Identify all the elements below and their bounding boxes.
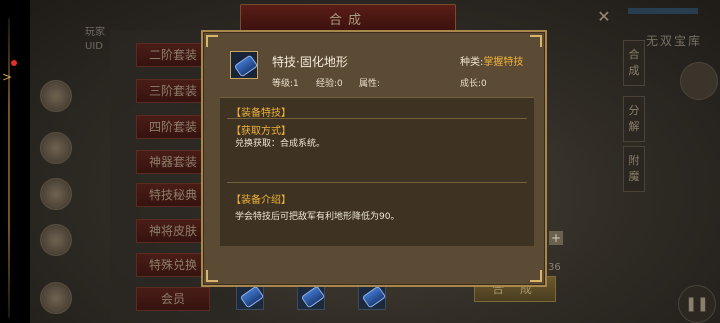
section-text: 学会特技后可把敌军有利地形降低为90。 xyxy=(235,212,400,222)
pause-icon[interactable]: ❚❚ xyxy=(678,285,716,323)
exp-value: 经验:0 xyxy=(316,79,343,89)
section-title: 【装备特技】 xyxy=(231,108,291,119)
avatar[interactable] xyxy=(40,132,72,164)
player-label: 玩家 xyxy=(85,27,105,38)
tab-compose[interactable]: 合成 xyxy=(623,40,645,86)
level-value: 等级:1 xyxy=(272,79,299,89)
menu-item[interactable]: 三阶套装 xyxy=(136,79,210,103)
section-text: 兑换获取：合成系统。 xyxy=(235,139,326,149)
plus-icon[interactable]: + xyxy=(549,231,563,245)
player-info: 玩家 UID xyxy=(85,26,105,54)
divider xyxy=(227,118,527,119)
close-icon[interactable]: ✕ xyxy=(594,7,614,27)
corner-ornament xyxy=(530,270,542,282)
left-edge-strip: > xyxy=(0,0,30,323)
avatar[interactable] xyxy=(40,178,72,210)
tab-enchant[interactable]: 附魔 xyxy=(623,146,645,192)
notification-dot xyxy=(11,60,17,66)
menu-item[interactable]: 会员 xyxy=(136,287,210,311)
corner-ornament xyxy=(206,270,218,282)
menu-item[interactable]: 特殊兑换 xyxy=(136,253,210,277)
scroll-icon xyxy=(239,285,265,309)
tab-decompose[interactable]: 分解 xyxy=(623,96,645,142)
status-bar xyxy=(628,8,698,14)
window-title-bar: 合成 xyxy=(240,4,456,32)
tab-label: 附魔 xyxy=(628,154,640,183)
expand-arrow-icon[interactable]: > xyxy=(2,70,12,84)
item-detail-popup: 特技·固化地形 种类:掌握特技 等级:1 经验:0 属性: 成长:0 【装备特技… xyxy=(201,30,547,287)
tab-label: 合成 xyxy=(628,48,640,77)
avatar[interactable] xyxy=(680,62,718,100)
avatar[interactable] xyxy=(40,282,72,314)
avatar[interactable] xyxy=(40,224,72,256)
corner-ornament xyxy=(206,35,218,47)
scroll-icon xyxy=(300,285,326,309)
item-icon xyxy=(230,51,259,79)
scroll-icon xyxy=(233,54,259,78)
kind-value: 掌握特技 xyxy=(483,57,524,68)
divider xyxy=(227,182,527,183)
game-screen: > 合成 ✕ 玩家 UID 二阶套装 三阶套装 四阶套装 神器套装 特技秘典 神… xyxy=(0,0,720,323)
growth-value: 成长:0 xyxy=(460,79,487,89)
window-title: 合成 xyxy=(328,13,367,28)
treasury-label: 无双宝库 xyxy=(646,34,703,48)
scroll-icon xyxy=(361,285,387,309)
item-name: 特技·固化地形 xyxy=(272,55,348,69)
uid-label: UID xyxy=(85,41,103,52)
attribute-value: 属性: xyxy=(359,79,381,89)
menu-item[interactable]: 二阶套装 xyxy=(136,43,210,67)
menu-item[interactable]: 神器套装 xyxy=(136,150,210,174)
corner-ornament xyxy=(530,35,542,47)
item-kind: 种类:掌握特技 xyxy=(460,53,523,68)
section-title: 【获取方式】 xyxy=(231,126,291,137)
description-box: 【装备特技】 【获取方式】 兑换获取：合成系统。 【装备介绍】 学会特技后可把敌… xyxy=(220,97,534,246)
edge-decoration xyxy=(8,18,10,318)
kind-label: 种类: xyxy=(460,57,484,68)
avatar[interactable] xyxy=(40,80,72,112)
section-title: 【装备介绍】 xyxy=(231,195,291,206)
menu-item[interactable]: 神将皮肤 xyxy=(136,219,210,243)
tab-label: 分解 xyxy=(628,104,640,133)
menu-item[interactable]: 特技秘典 xyxy=(136,183,210,207)
item-count: 36 xyxy=(548,262,561,273)
menu-item[interactable]: 四阶套装 xyxy=(136,115,210,139)
